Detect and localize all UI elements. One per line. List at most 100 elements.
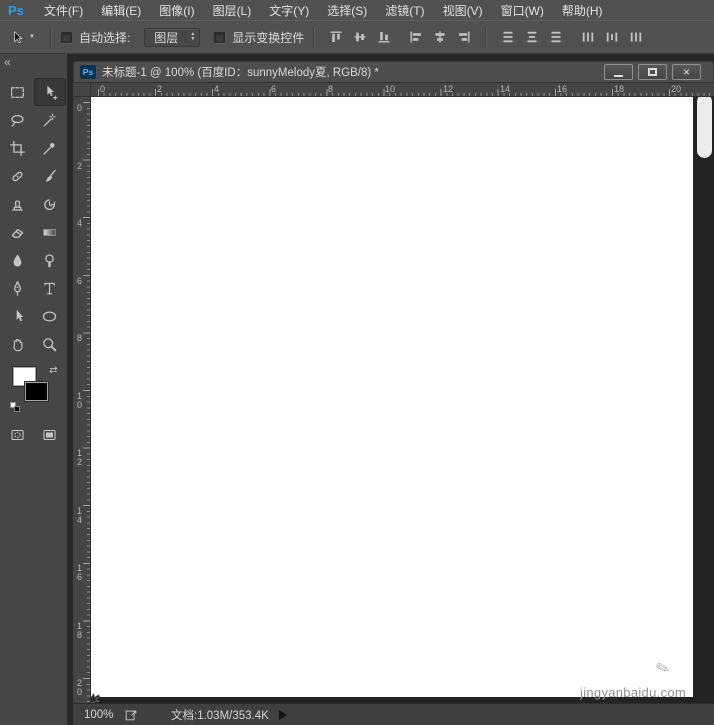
status-popup-arrow-icon[interactable]	[278, 709, 287, 720]
menu-select[interactable]: 选择(S)	[318, 0, 376, 20]
minimize-icon	[614, 74, 623, 77]
menu-help[interactable]: 帮助(H)	[553, 0, 612, 20]
separator	[485, 26, 488, 48]
tools-panel: « ⇄	[0, 54, 68, 725]
swap-colors-icon[interactable]: ⇄	[49, 365, 57, 376]
ruler-label: 4	[76, 218, 82, 228]
menu-view[interactable]: 视图(V)	[434, 0, 492, 20]
type-tool-icon	[44, 282, 55, 294]
distribute-horizontal-centers-button[interactable]	[600, 26, 624, 48]
show-transform-label: 显示变换控件	[232, 30, 305, 45]
document-window: Ps 未标题-1 @ 100% (百度ID：sunnyMelody夏, RGB/…	[73, 61, 714, 725]
align-buttons-group	[324, 26, 476, 48]
screen-mode-button[interactable]	[39, 426, 61, 444]
workspace: « ⇄ Ps 未标题-1 @ 100% (百度ID：sunnyMelody夏, …	[0, 54, 714, 725]
color-swatches: ⇄	[9, 365, 58, 412]
distribute-bottom-edges-button[interactable]	[544, 26, 568, 48]
tool-zoom[interactable]	[34, 330, 66, 358]
menu-file[interactable]: 文件(F)	[35, 0, 92, 20]
tool-crop[interactable]	[2, 134, 34, 162]
ruler-label: 10	[385, 84, 396, 94]
tool-hand[interactable]	[2, 330, 34, 358]
collapse-panel-button[interactable]: «	[0, 54, 67, 69]
menu-layer[interactable]: 图层(L)	[204, 0, 261, 20]
ruler-label: 16	[76, 563, 82, 582]
menu-type[interactable]: 文字(Y)	[260, 0, 318, 20]
clone-stamp-icon	[12, 199, 23, 211]
ruler-label: 14	[76, 506, 82, 525]
document-title: 未标题-1 @ 100% (百度ID：sunnyMelody夏, RGB/8) …	[102, 67, 379, 79]
background-color-swatch[interactable]	[24, 382, 48, 401]
gradient-icon	[43, 228, 56, 236]
tool-ellipse-shape[interactable]	[34, 302, 66, 330]
tool-dodge[interactable]	[34, 246, 66, 274]
tool-eyedropper[interactable]	[34, 134, 66, 162]
align-right-edges-icon	[459, 31, 470, 43]
show-transform-checkbox[interactable]	[214, 31, 226, 43]
align-vertical-centers-button[interactable]	[348, 26, 372, 48]
tool-rectangular-marquee[interactable]	[2, 78, 34, 106]
blur-drop-icon	[13, 254, 22, 267]
tool-gradient[interactable]	[34, 218, 66, 246]
ruler-label: 14	[500, 84, 511, 94]
auto-select-target-value: 图层	[154, 30, 179, 45]
ruler-label: 4	[214, 84, 220, 94]
menu-image[interactable]: 图像(I)	[150, 0, 203, 20]
eyedropper-icon	[43, 142, 55, 155]
tool-move[interactable]	[33, 78, 66, 106]
quick-mask-button[interactable]	[7, 426, 29, 444]
brush-icon	[45, 169, 56, 182]
auto-select-checkbox[interactable]	[60, 31, 72, 43]
tool-eraser[interactable]	[2, 218, 34, 246]
ruler-label: 20	[76, 678, 82, 697]
menu-filter[interactable]: 滤镜(T)	[376, 0, 433, 20]
default-colors-icon[interactable]	[9, 402, 21, 412]
distribute-buttons-group	[496, 26, 648, 48]
tool-pen[interactable]	[2, 274, 34, 302]
align-vertical-centers-icon	[354, 32, 366, 42]
distribute-vertical-centers-button[interactable]	[520, 26, 544, 48]
move-tool-icon	[47, 85, 58, 100]
close-button[interactable]: ×	[672, 64, 701, 80]
menu-edit[interactable]: 编辑(E)	[92, 0, 150, 20]
minimize-button[interactable]	[604, 64, 633, 80]
tool-blur[interactable]	[2, 246, 34, 274]
align-bottom-edges-button[interactable]	[372, 26, 396, 48]
auto-select-target-dropdown[interactable]: 图层 ▲ ▼	[144, 27, 201, 47]
menu-window[interactable]: 窗口(W)	[492, 0, 553, 20]
dodge-icon	[45, 253, 54, 267]
distribute-left-edges-button[interactable]	[576, 26, 600, 48]
tool-path-selection[interactable]	[2, 302, 34, 330]
tool-preset-picker[interactable]: ▼	[6, 28, 41, 47]
distribute-top-edges-icon	[503, 31, 513, 43]
align-horizontal-centers-button[interactable]	[428, 26, 452, 48]
ruler-label: 2	[76, 161, 82, 171]
canvas[interactable]	[91, 97, 693, 697]
ruler-origin-corner	[73, 83, 91, 97]
tool-brush[interactable]	[34, 162, 66, 190]
spinner-arrows-icon: ▲ ▼	[185, 32, 195, 42]
tool-clone-stamp[interactable]	[2, 190, 34, 218]
ruler-label: 6	[76, 276, 82, 286]
tool-history-brush[interactable]	[34, 190, 66, 218]
align-left-edges-button[interactable]	[404, 26, 428, 48]
align-right-edges-button[interactable]	[452, 26, 476, 48]
tool-type[interactable]	[34, 274, 66, 302]
align-top-edges-icon	[330, 31, 342, 42]
align-horizontal-centers-icon	[435, 31, 445, 43]
tool-magic-wand[interactable]	[34, 106, 66, 134]
eraser-icon	[11, 228, 24, 238]
distribute-top-edges-button[interactable]	[496, 26, 520, 48]
restore-button[interactable]	[638, 64, 667, 80]
status-export-icon[interactable]	[124, 708, 138, 722]
vertical-scrollbar-thumb[interactable]	[697, 97, 712, 158]
align-top-edges-button[interactable]	[324, 26, 348, 48]
canvas-row: 0 2 4 6 8 10 12 14 16 18 20 ✎ jingyanbai	[73, 97, 714, 703]
tool-lasso[interactable]	[2, 106, 34, 134]
vertical-ruler: 0 2 4 6 8 10 12 14 16 18 20	[73, 97, 91, 703]
zoom-level-field[interactable]: 100%	[84, 709, 116, 721]
document-titlebar[interactable]: Ps 未标题-1 @ 100% (百度ID：sunnyMelody夏, RGB/…	[73, 61, 714, 83]
tool-spot-healing-brush[interactable]	[2, 162, 34, 190]
distribute-right-edges-button[interactable]	[624, 26, 648, 48]
zoom-magnifier-icon	[43, 337, 57, 351]
